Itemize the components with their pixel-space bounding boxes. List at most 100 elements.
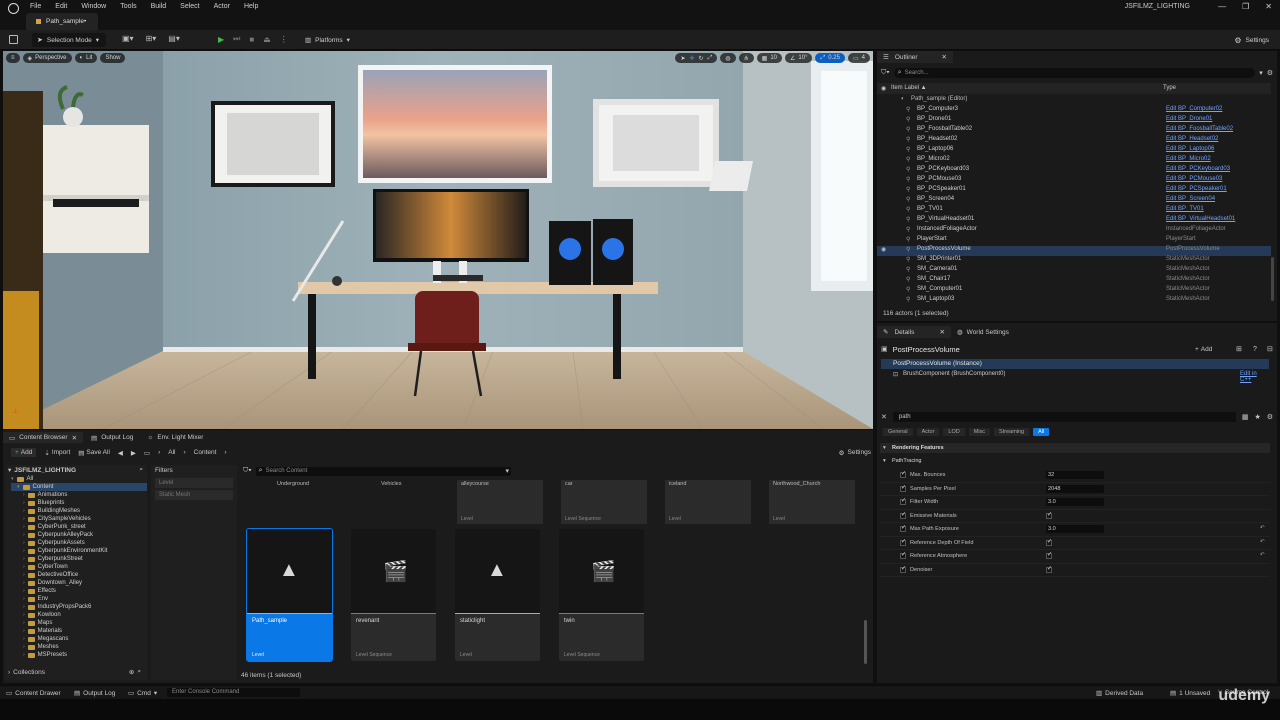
folder-tree-item[interactable]: ▾ Content	[11, 483, 147, 491]
outliner-row[interactable]: ⚲ SM_Chair17 StaticMeshActor	[877, 276, 1271, 286]
folder-tree-item[interactable]: › Materials	[11, 627, 147, 635]
env-light-mixer-tab[interactable]: ☼ Env. Light Mixer	[147, 434, 203, 441]
cinematics-icon[interactable]: ▤▾	[168, 34, 180, 43]
filter-tab-streaming[interactable]: Streaming	[994, 428, 1030, 436]
property-value-checkbox[interactable]	[1046, 511, 1052, 519]
step-icon[interactable]: ⏭	[233, 34, 240, 44]
perspective-button[interactable]: ◈ Perspective	[22, 53, 72, 63]
asset-tile-partial[interactable]: alleycourse Level	[457, 480, 543, 524]
outliner-row[interactable]: ⚲ BP_Laptop06 Edit BP_Laptop06	[877, 146, 1271, 156]
details-tab[interactable]: ✎ Details ✕	[877, 326, 951, 338]
close-icon[interactable]: ✕	[942, 53, 947, 61]
menu-build[interactable]: Build	[151, 3, 167, 10]
eject-icon[interactable]: ⏏	[263, 35, 271, 44]
folder-tree-item[interactable]: › CyberpunkAssets	[11, 539, 147, 547]
outliner-row[interactable]: ⚲ SM_Laptop03 StaticMeshActor	[877, 296, 1271, 306]
property-value-field[interactable]	[1046, 471, 1104, 479]
folder-tree-item[interactable]: › Blueprints	[11, 499, 147, 507]
outliner-row[interactable]: ⚲ BP_Drone01 Edit BP_Drone01	[877, 116, 1271, 126]
table-view-icon[interactable]: ▦	[1242, 413, 1249, 421]
play-icon[interactable]: ▶	[218, 35, 224, 44]
add-button[interactable]: + Add	[11, 448, 37, 457]
reset-to-default-icon[interactable]: ↶	[1260, 525, 1265, 531]
folder-tree-item[interactable]: › Effects	[11, 587, 147, 595]
outliner-root[interactable]: ◐ Path_sample (Editor)	[877, 96, 1271, 106]
lit-button[interactable]: ◐ Lit	[74, 53, 98, 63]
override-checkbox[interactable]	[900, 524, 906, 532]
settings-icon[interactable]: ⚙	[1267, 69, 1273, 77]
asset-tile[interactable]: ▲ Path_sample Level	[246, 528, 333, 662]
menu-select[interactable]: Select	[180, 3, 199, 10]
project-root-row[interactable]: ▾ JSFILMZ_LIGHTING ⌕	[5, 465, 147, 475]
filter-icon[interactable]: ⛉▾	[243, 467, 252, 475]
override-checkbox[interactable]	[900, 497, 906, 505]
outliner-row[interactable]: ◉ ⚲ PostProcessVolume PostProcessVolume	[877, 246, 1271, 256]
asset-tile[interactable]: 🎬 revenant Level Sequence	[351, 529, 436, 661]
outliner-row[interactable]: ⚲ BP_VirtualHeadset01 Edit BP_VirtualHeads…	[877, 216, 1271, 226]
property-value-checkbox[interactable]	[1046, 551, 1052, 559]
content-drawer-button[interactable]: ▭ Content Drawer	[6, 689, 61, 698]
folder-tree-item[interactable]: › CyberpunkEnvironmentKit	[11, 547, 147, 555]
folder-tree-item[interactable]: › Downtown_Alley	[11, 579, 147, 587]
pathtracing-section[interactable]: ▾ PathTracing	[880, 456, 1270, 466]
derived-data-button[interactable]: ▥ Derived Data	[1096, 689, 1143, 698]
folder-tree-item[interactable]: › Animations	[11, 491, 147, 499]
override-checkbox[interactable]	[900, 538, 906, 546]
folder-tree-item[interactable]: › Maps	[11, 619, 147, 627]
lock-icon[interactable]: ⊟	[1267, 345, 1273, 353]
reset-to-default-icon[interactable]: ↶	[1260, 539, 1265, 545]
edit-blueprint-link[interactable]: Edit BP_FoosballTable02	[1166, 126, 1233, 132]
property-value-checkbox[interactable]	[1046, 538, 1052, 546]
level-viewport[interactable]: ≡ ◈ Perspective ◐ Lit Show ➤ ✛ ↻ ⤢ ◍ ⋔ ▦…	[3, 51, 873, 429]
asset-tile-partial[interactable]: iceland Level	[665, 480, 751, 524]
close-icon[interactable]: ✕	[1265, 2, 1272, 11]
platforms-button[interactable]: ▥ Platforms ▾	[300, 33, 355, 47]
folder-tree-item[interactable]: › Meshes	[11, 643, 147, 651]
add-collection-icon[interactable]: ⊕	[129, 668, 134, 676]
search-icon[interactable]: ⌕	[139, 466, 143, 474]
folder-tree-item[interactable]: › DetectiveOffice	[11, 571, 147, 579]
console-input[interactable]: Enter Console Command	[167, 688, 300, 697]
outliner-row[interactable]: ⚲ BP_PCKeyboard03 Edit BP_PCKeyboard03	[877, 166, 1271, 176]
edit-blueprint-link[interactable]: Edit BP_PCMouse03	[1166, 176, 1222, 182]
type-header[interactable]: Type	[1163, 85, 1176, 91]
history-back-icon[interactable]: ◀	[118, 449, 123, 457]
filter-chip-level[interactable]: Level	[155, 478, 233, 488]
asset-search-input[interactable]: ⌕ Search Content ▾	[255, 466, 511, 476]
search-icon[interactable]: ⌕	[137, 668, 141, 676]
outliner-row[interactable]: ⚲ BP_PCSpeaker01 Edit BP_PCSpeaker01	[877, 186, 1271, 196]
help-icon[interactable]: ?	[1253, 346, 1257, 353]
save-icon[interactable]	[9, 35, 18, 44]
asset-scrollbar[interactable]	[864, 620, 867, 664]
folder-tree-item[interactable]: › Kowloon	[11, 611, 147, 619]
unsaved-button[interactable]: ▤ 1 Unsaved	[1170, 689, 1210, 698]
outliner-row[interactable]: ⚲ BP_Screen04 Edit BP_Screen04	[877, 196, 1271, 206]
content-browser-tab[interactable]: ▭ Content Browser ✕	[3, 432, 84, 443]
world-settings-tab[interactable]: ◍ World Settings	[957, 326, 1009, 338]
override-checkbox[interactable]	[900, 511, 906, 519]
folder-tree-item[interactable]: › Megascans	[11, 635, 147, 643]
filter-tab-lod[interactable]: LOD	[943, 428, 965, 436]
import-button[interactable]: ⇣ Import	[44, 449, 70, 457]
details-search-input[interactable]: path	[892, 412, 1236, 422]
level-tab[interactable]: Path_sample•	[26, 13, 98, 30]
folder-tree-item[interactable]: ▾ All	[11, 475, 147, 483]
menu-file[interactable]: File	[30, 3, 41, 10]
override-checkbox[interactable]	[900, 565, 906, 573]
outliner-search-input[interactable]: ⌕ Search...	[893, 67, 1256, 78]
save-all-button[interactable]: ▤ Save All	[78, 449, 110, 457]
outliner-tab[interactable]: ☰ Outliner ✕	[877, 51, 953, 63]
folder-tree-item[interactable]: › MSPresets	[11, 651, 147, 659]
collections-row[interactable]: › Collections ⊕ ⌕	[5, 667, 145, 677]
rendering-features-section[interactable]: ▾ Rendering Features	[880, 443, 1270, 453]
edit-blueprint-link[interactable]: Edit BP_Laptop06	[1166, 146, 1214, 152]
settings-icon[interactable]: ⚙	[1267, 413, 1273, 421]
item-label-header[interactable]: Item Label ▲	[891, 85, 927, 91]
output-log-tab[interactable]: ▤ Output Log	[91, 434, 133, 442]
surface-snap-toggle[interactable]: ⋔	[738, 53, 754, 63]
folder-tree-item[interactable]: › IndustryPropsPack6	[11, 603, 147, 611]
rotate-tool-icon[interactable]: ↻	[699, 55, 704, 62]
edit-blueprint-link[interactable]: Edit BP_Micro02	[1166, 156, 1211, 162]
scale-tool-icon[interactable]: ⤢	[708, 55, 713, 62]
add-component-button[interactable]: + Add	[1195, 346, 1212, 353]
